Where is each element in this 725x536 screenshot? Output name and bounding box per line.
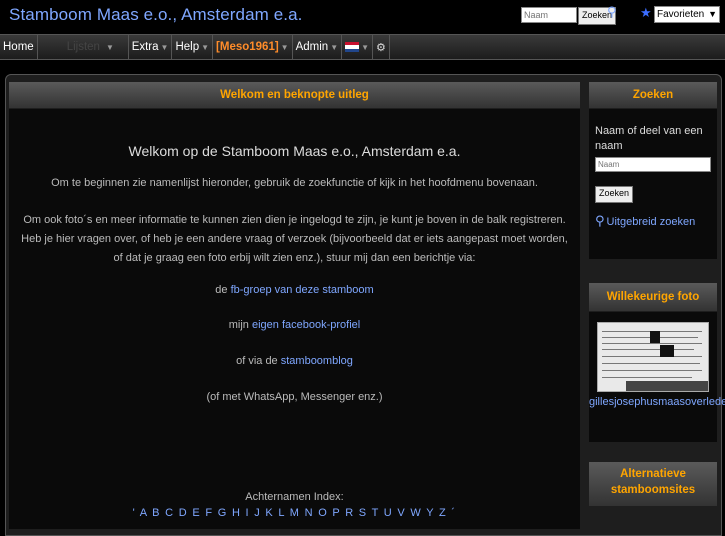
gear-icon: ⚙ [376,41,386,54]
fb-profile-link[interactable]: eigen facebook-profiel [252,319,360,331]
welcome-section-header: Welkom en beknopte uitleg [9,82,580,108]
chevron-down-icon: ▼ [708,9,717,19]
chevron-down-icon: ▼ [280,42,289,52]
menu-help-label: Help [175,41,200,53]
favorites-select[interactable]: Favorieten lijst ▼ [654,6,720,35]
chevron-down-icon: ▼ [330,42,339,52]
menu-admin[interactable]: Admin ▼ [293,35,343,59]
menu-help[interactable]: Help ▼ [172,35,214,59]
menu-language[interactable]: ▼ [342,35,374,59]
advanced-search-label: Uitgebreid zoeken [606,216,696,228]
chevron-down-icon: ▼ [105,42,114,52]
menu-extra-label: Extra [131,41,159,53]
dutch-flag-icon [345,42,360,52]
search-section-header: Zoeken [589,82,717,108]
main-menu: Home Lijsten ▼ Extra ▼ Help ▼ [Meso1961] ▼ A… [0,34,725,60]
header-search-input[interactable] [521,7,577,23]
chevron-down-icon: ▼ [160,42,169,52]
menu-lists[interactable]: Lijsten ▼ [38,35,129,59]
fb-group-line: de fb-groep van deze stamboom [9,284,580,296]
star-icon[interactable]: ★ [640,5,652,21]
menu-admin-label: Admin [295,41,329,53]
random-photo-caption[interactable]: gillesjosephusmaasoverleden [589,396,725,408]
whatsapp-text: (of met WhatsApp, Messenger enz.) [206,391,383,403]
random-photo-image[interactable] [597,322,709,392]
search-icon: ⚲ [595,213,605,228]
fb-group-prefix: de [215,284,231,296]
alternative-sites-header: Alternatieve stamboomsites [589,462,717,506]
fb-profile-line: mijn eigen facebook-profiel [9,319,580,331]
welcome-heading: Welkom op de Stamboom Maas e.o., Amsterd… [128,143,461,159]
menu-lists-label: Lijsten [66,41,100,53]
menu-extra[interactable]: Extra ▼ [129,35,173,59]
blog-prefix: of via de [236,355,281,367]
top-header: Stamboom Maas e.o., Amsterdam e.a. Zoeke… [0,0,725,35]
search-section: Naam of deel van een naam Zoeken ⚲Uitgeb… [589,109,717,259]
random-photo-header: Willekeurige foto [589,283,717,311]
chevron-down-icon: ▼ [201,42,210,52]
random-photo-section: gillesjosephusmaasoverleden [589,312,725,442]
blog-link[interactable]: stamboomblog [281,355,353,367]
blog-line: of via de stamboomblog [9,355,580,367]
menu-home-label: Home [3,41,34,53]
advanced-search-icon[interactable]: ⚲ [607,4,617,20]
sidebar-search-input[interactable] [595,157,711,172]
menu-settings[interactable]: ⚙ [373,35,390,59]
menu-user-label: [Meso1961] [216,41,279,53]
fb-group-link[interactable]: fb-groep van deze stamboom [231,284,374,296]
intro-text: Om te beginnen zie namenlijst hieronder,… [51,177,538,189]
surname-alphabet-links[interactable]: ' A B C D E F G H I J K L M N O P R S T … [9,507,580,519]
site-title[interactable]: Stamboom Maas e.o., Amsterdam e.a. [9,5,302,25]
menu-user[interactable]: [Meso1961] ▼ [213,35,293,59]
sidebar-search-button[interactable]: Zoeken [595,186,634,203]
menu-home[interactable]: Home [0,35,38,59]
fb-profile-prefix: mijn [228,319,252,331]
favorites-select-value: Favorieten lijst [657,9,705,35]
advanced-search-link[interactable]: ⚲ Uitgebreid zoeken [595,213,695,229]
chevron-down-icon: ▼ [361,42,370,52]
welcome-section: Welkom op de Stamboom Maas e.o., Amsterd… [9,109,580,529]
surname-index-label: Achternamen Index: [245,491,344,503]
search-label: Naam of deel van een naam [595,125,703,152]
main-panel: Welkom en beknopte uitleg Welkom op de S… [5,74,725,536]
info-paragraph: Om ook foto´s en meer informatie te kunn… [21,214,568,264]
